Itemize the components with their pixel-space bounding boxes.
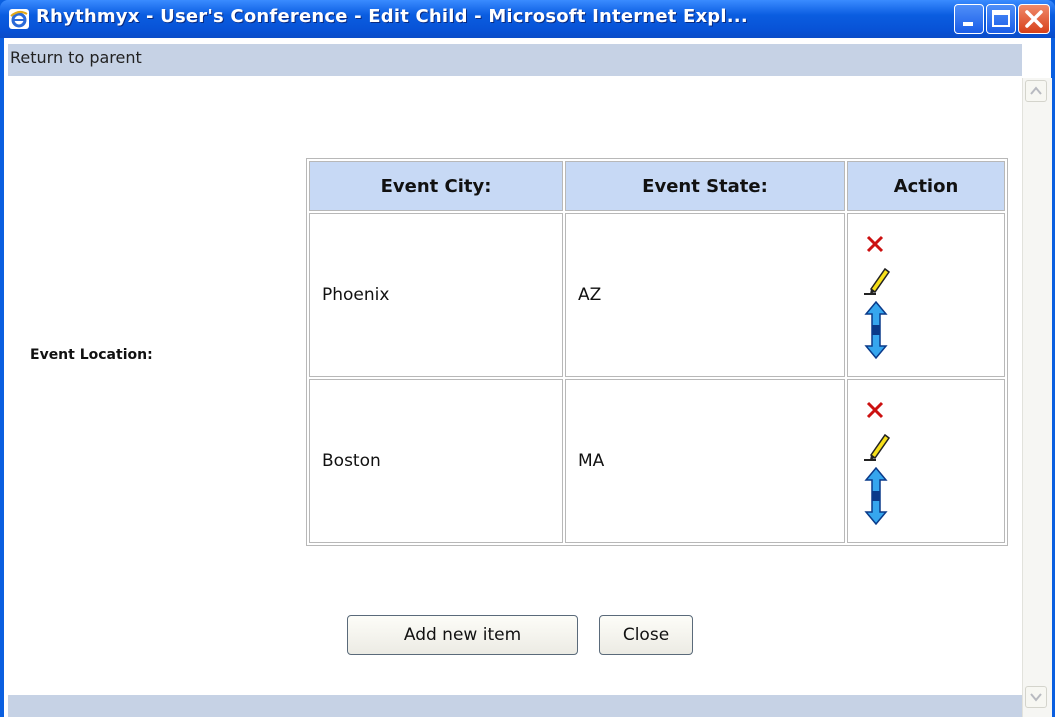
scroll-down-button[interactable] (1025, 686, 1047, 708)
table-header-row: Event City: Event State: Action (309, 161, 1005, 211)
event-state-cell: MA (565, 379, 845, 543)
return-to-parent-link[interactable]: Return to parent (10, 48, 142, 67)
column-header-city: Event City: (309, 161, 563, 211)
add-new-item-button[interactable]: Add new item (347, 615, 578, 655)
navigation-bar (8, 44, 1022, 76)
edit-pencil-icon[interactable] (862, 431, 892, 461)
event-city-cell: Boston (309, 379, 563, 543)
delete-icon[interactable] (864, 399, 886, 421)
maximize-icon (992, 10, 1010, 27)
close-window-button[interactable] (1018, 4, 1050, 34)
close-icon (1025, 10, 1043, 28)
delete-icon[interactable] (864, 233, 886, 255)
event-city-cell: Phoenix (309, 213, 563, 377)
move-arrow-icon[interactable] (864, 467, 888, 525)
event-location-table: Event City: Event State: Action Phoenix … (306, 158, 1008, 546)
column-header-action: Action (847, 161, 1005, 211)
maximize-button[interactable] (986, 4, 1016, 34)
table-row: Boston MA (309, 379, 1005, 543)
chevron-down-icon (1030, 693, 1042, 702)
move-arrow-icon[interactable] (864, 301, 888, 359)
chevron-up-icon (1030, 86, 1042, 95)
bottom-bar (8, 695, 1022, 717)
browser-window: Rhythmyx - User's Conference - Edit Chil… (0, 0, 1055, 717)
minimize-icon (963, 22, 973, 26)
edit-pencil-icon[interactable] (862, 265, 892, 295)
close-button[interactable]: Close (599, 615, 693, 655)
action-cell (847, 213, 1005, 377)
table-row: Phoenix AZ (309, 213, 1005, 377)
event-location-label: Event Location: (30, 347, 153, 363)
column-header-state: Event State: (565, 161, 845, 211)
minimize-button[interactable] (954, 4, 984, 34)
window-title: Rhythmyx - User's Conference - Edit Chil… (36, 6, 748, 27)
action-cell (847, 379, 1005, 543)
title-bar[interactable]: Rhythmyx - User's Conference - Edit Chil… (0, 0, 1055, 38)
internet-explorer-icon (9, 9, 29, 29)
vertical-scrollbar[interactable] (1022, 78, 1052, 717)
scroll-up-button[interactable] (1025, 80, 1047, 102)
event-state-cell: AZ (565, 213, 845, 377)
